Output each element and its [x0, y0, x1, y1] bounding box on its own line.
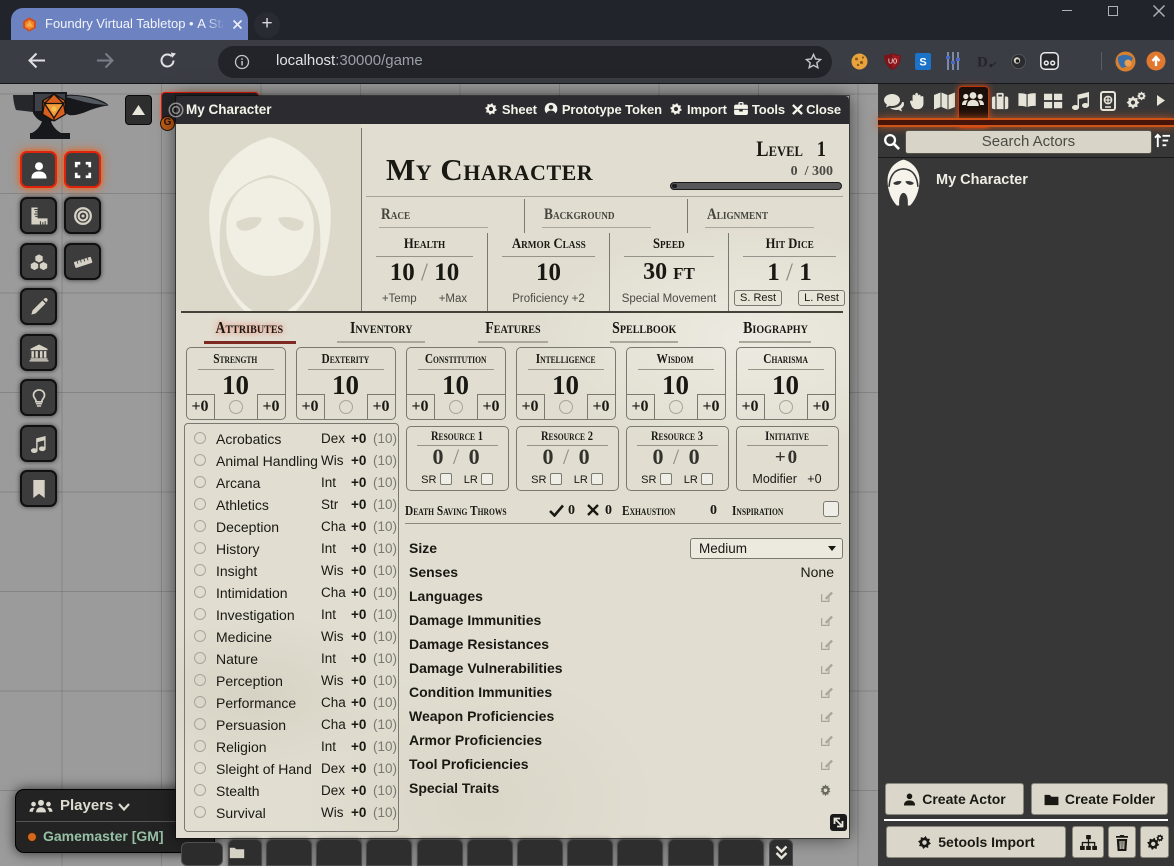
svg-text:S: S: [919, 57, 926, 69]
svg-text:D: D: [977, 55, 988, 71]
svg-text:U0: U0: [888, 59, 897, 66]
